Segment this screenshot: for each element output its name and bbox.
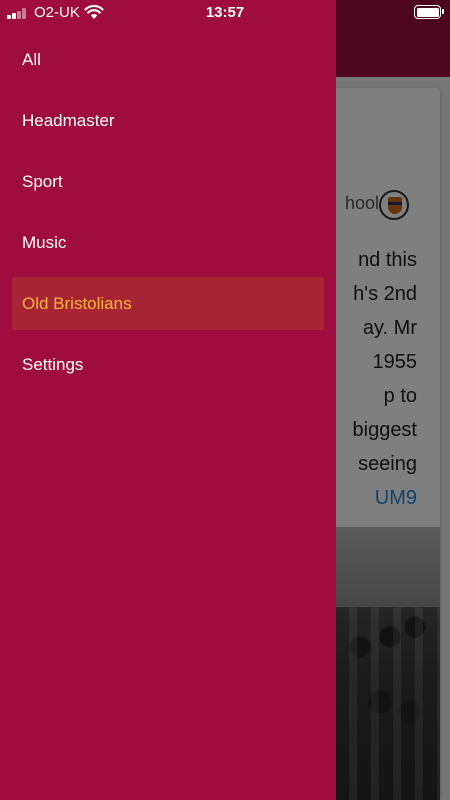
drawer-item-label: All xyxy=(22,49,41,69)
status-bar: O2-UK 13:57 xyxy=(0,0,450,26)
drawer-item-label: Headmaster xyxy=(22,110,115,130)
drawer-item-label: Sport xyxy=(22,171,63,191)
navigation-drawer: All Headmaster Sport Music Old Bristolia… xyxy=(0,0,336,800)
drawer-item-label: Settings xyxy=(22,354,84,374)
drawer-item-old-bristolians[interactable]: Old Bristolians xyxy=(12,277,324,330)
clock: 13:57 xyxy=(205,4,245,21)
drawer-item-settings[interactable]: Settings xyxy=(0,334,336,395)
drawer-item-sport[interactable]: Sport xyxy=(0,151,336,212)
drawer-item-music[interactable]: Music xyxy=(0,212,336,273)
drawer-item-all[interactable]: All xyxy=(0,29,336,90)
drawer-menu: All Headmaster Sport Music Old Bristolia… xyxy=(0,29,336,395)
drawer-item-headmaster[interactable]: Headmaster xyxy=(0,90,336,151)
battery-icon xyxy=(414,5,444,19)
drawer-item-label: Old Bristolians xyxy=(22,293,132,313)
drawer-item-label: Music xyxy=(22,232,67,252)
